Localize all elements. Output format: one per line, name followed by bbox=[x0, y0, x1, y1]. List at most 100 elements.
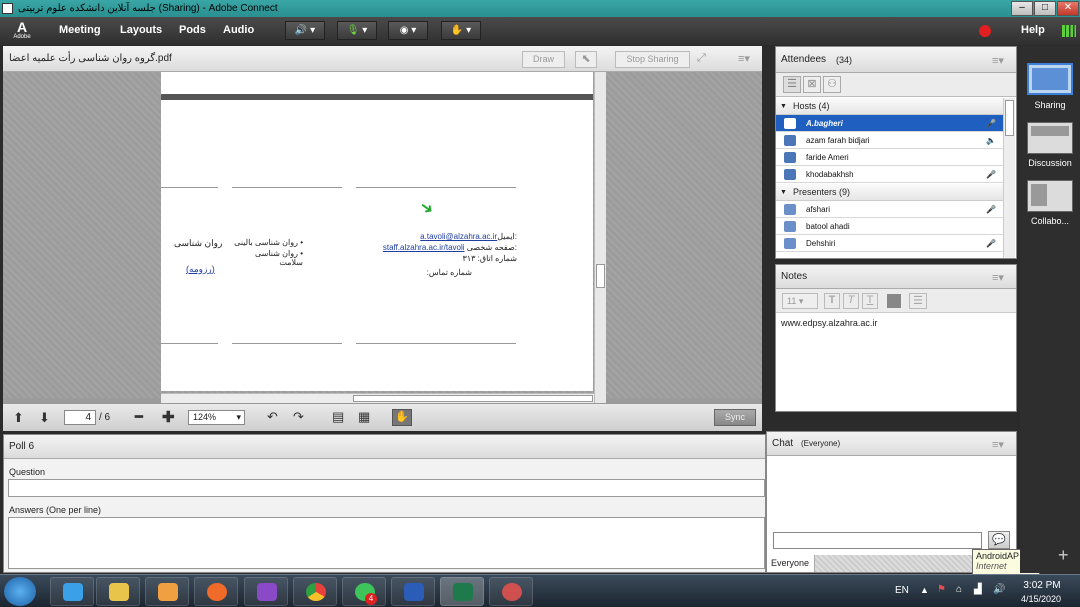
list-view-icon[interactable]: ☰ bbox=[783, 76, 801, 93]
media-player-icon bbox=[158, 583, 178, 601]
draw-button[interactable]: Draw bbox=[522, 51, 565, 68]
first-page-icon[interactable]: ⬆ bbox=[13, 410, 24, 426]
taskbar-chrome[interactable] bbox=[293, 577, 337, 606]
italic-icon[interactable]: T bbox=[843, 293, 859, 309]
rotate-right-icon[interactable]: ↷ bbox=[293, 409, 304, 425]
underline-icon[interactable]: T bbox=[862, 293, 878, 309]
pod-options-icon[interactable]: ≡▾ bbox=[992, 438, 1004, 451]
menu-pods[interactable]: Pods bbox=[179, 24, 206, 36]
taskbar-word[interactable] bbox=[391, 577, 435, 606]
taskbar-whatsapp[interactable]: 4 bbox=[342, 577, 386, 606]
hand-tool-icon[interactable]: ✋ bbox=[392, 409, 412, 426]
chat-message-input[interactable] bbox=[773, 532, 982, 549]
doc-col1-title: روان شناسی bbox=[174, 238, 223, 248]
homepage-link[interactable]: staff.alzahra.ac.ir/tavoli bbox=[383, 243, 465, 252]
pod-options-icon[interactable]: ≡▾ bbox=[992, 54, 1004, 67]
layout-sharing-label[interactable]: Sharing bbox=[1020, 100, 1080, 110]
attendee-name: azam farah bidjari bbox=[806, 136, 870, 145]
microphone-button[interactable]: 🎙 ▾ bbox=[337, 21, 377, 40]
scroll-thumb[interactable] bbox=[1005, 100, 1014, 136]
clock-date[interactable]: 4/15/2020 bbox=[1016, 594, 1066, 604]
breakout-icon[interactable]: ⊠ bbox=[803, 76, 821, 93]
start-button-icon[interactable] bbox=[4, 577, 36, 606]
layout-sharing-thumb[interactable] bbox=[1027, 63, 1073, 95]
hosts-group[interactable]: ▼ Hosts (4) bbox=[776, 98, 1003, 115]
layout-collaboration-label[interactable]: Collabo... bbox=[1020, 216, 1080, 226]
notes-content[interactable]: www.edpsy.alzahra.ac.ir bbox=[781, 318, 877, 328]
send-message-icon[interactable]: 💬 bbox=[988, 531, 1010, 549]
layout-discussion-label[interactable]: Discussion bbox=[1020, 158, 1080, 168]
fit-page-icon[interactable]: ▦ bbox=[358, 409, 370, 425]
close-button[interactable]: ✕ bbox=[1057, 1, 1079, 16]
taskbar-explorer[interactable] bbox=[96, 577, 140, 606]
fullscreen-icon[interactable]: ⤢ bbox=[697, 52, 706, 65]
scroll-thumb[interactable] bbox=[353, 395, 593, 402]
attendee-row[interactable]: azam farah bidjari 🔈 bbox=[776, 132, 1003, 149]
zoom-select[interactable]: 124% ▾ bbox=[188, 410, 245, 425]
horizontal-scrollbar[interactable] bbox=[161, 393, 594, 403]
question-input[interactable] bbox=[8, 479, 765, 497]
text-color-icon[interactable] bbox=[887, 294, 901, 308]
webcam-button[interactable]: ◉ ▾ bbox=[388, 21, 428, 40]
scroll-thumb[interactable] bbox=[596, 264, 605, 288]
vertical-scrollbar[interactable] bbox=[594, 72, 606, 404]
bold-icon[interactable]: T bbox=[824, 293, 840, 309]
font-size-select[interactable]: 11 ▾ bbox=[782, 293, 818, 309]
attendee-row[interactable]: Dehshiri 🎤 bbox=[776, 235, 1003, 252]
chat-recipient-tab[interactable]: Everyone bbox=[767, 555, 815, 572]
menu-help[interactable]: Help bbox=[1021, 24, 1045, 36]
taskbar-visualstudio[interactable] bbox=[244, 577, 288, 606]
pod-options-icon[interactable]: ≡▾ bbox=[992, 271, 1004, 284]
page-number-input[interactable]: 4 bbox=[64, 410, 96, 425]
maximize-button[interactable]: □ bbox=[1034, 1, 1056, 16]
table-rule bbox=[232, 343, 342, 344]
user-list-icon[interactable]: ⚇ bbox=[823, 76, 841, 93]
speaker-button[interactable]: 🔊 ▾ bbox=[285, 21, 325, 40]
bullet-list-icon[interactable]: ☰ bbox=[909, 293, 927, 309]
attendee-row[interactable]: khodabakhsh 🎤 bbox=[776, 166, 1003, 183]
mic-icon: 🎤 bbox=[986, 170, 996, 179]
presenters-group[interactable]: ▼ Presenters (9) bbox=[776, 184, 1003, 201]
mic-icon: 🎤 bbox=[986, 205, 996, 214]
resume-link[interactable]: (رزومه) bbox=[186, 264, 215, 275]
sync-button[interactable]: Sync bbox=[714, 409, 756, 426]
add-layout-icon[interactable]: + bbox=[1058, 545, 1069, 566]
layout-discussion-thumb[interactable] bbox=[1027, 122, 1073, 154]
menu-meeting[interactable]: Meeting bbox=[59, 24, 101, 36]
volume-icon[interactable]: 🔊 bbox=[993, 584, 1005, 595]
menu-layouts[interactable]: Layouts bbox=[120, 24, 162, 36]
pointer-icon[interactable]: ⬉ bbox=[575, 51, 597, 68]
next-page-icon[interactable]: ⬇ bbox=[39, 410, 50, 426]
taskbar-media[interactable] bbox=[145, 577, 189, 606]
zoom-out-icon[interactable]: ━ bbox=[135, 409, 143, 425]
taskbar-ie[interactable] bbox=[50, 577, 94, 606]
record-indicator-icon[interactable] bbox=[979, 25, 991, 37]
clock-time[interactable]: 3:02 PM bbox=[1020, 580, 1064, 591]
action-center-icon[interactable]: ⚑ bbox=[937, 584, 946, 595]
power-icon[interactable]: ⌂ bbox=[956, 584, 962, 595]
attendee-row[interactable]: afshari 🎤 bbox=[776, 201, 1003, 218]
attendee-row[interactable]: faride Ameri bbox=[776, 149, 1003, 166]
network-icon[interactable]: ▟ bbox=[974, 584, 982, 595]
rotate-left-icon[interactable]: ↶ bbox=[267, 409, 278, 425]
show-hidden-icons-icon[interactable]: ▲ bbox=[920, 585, 929, 595]
zoom-in-icon[interactable]: ✚ bbox=[162, 408, 175, 426]
pod-options-icon[interactable]: ≡▾ bbox=[738, 52, 750, 65]
email-link[interactable]: a.tavoli@alzahra.ac.ir bbox=[420, 232, 497, 241]
stop-sharing-button[interactable]: Stop Sharing bbox=[615, 51, 690, 68]
attendee-row[interactable]: batool ahadi bbox=[776, 218, 1003, 235]
attendees-scrollbar[interactable] bbox=[1003, 98, 1015, 258]
answers-textarea[interactable] bbox=[8, 517, 765, 569]
taskbar-firefox[interactable] bbox=[194, 577, 238, 606]
document-icon[interactable]: ▤ bbox=[332, 409, 344, 425]
layout-collaboration-thumb[interactable] bbox=[1027, 180, 1073, 212]
taskbar-snipping[interactable] bbox=[489, 577, 533, 606]
minimize-button[interactable]: – bbox=[1011, 1, 1033, 16]
page-total: / 6 bbox=[99, 412, 111, 423]
attendee-row[interactable]: A.bagheri 🎤 bbox=[776, 115, 1003, 132]
language-indicator[interactable]: EN bbox=[895, 585, 909, 596]
menubar: A Adobe Meeting Layouts Pods Audio 🔊 ▾ 🎙… bbox=[0, 17, 1080, 45]
menu-audio[interactable]: Audio bbox=[223, 24, 254, 36]
taskbar-adobe-connect[interactable] bbox=[440, 577, 484, 606]
status-button[interactable]: ✋ ▾ bbox=[441, 21, 481, 40]
